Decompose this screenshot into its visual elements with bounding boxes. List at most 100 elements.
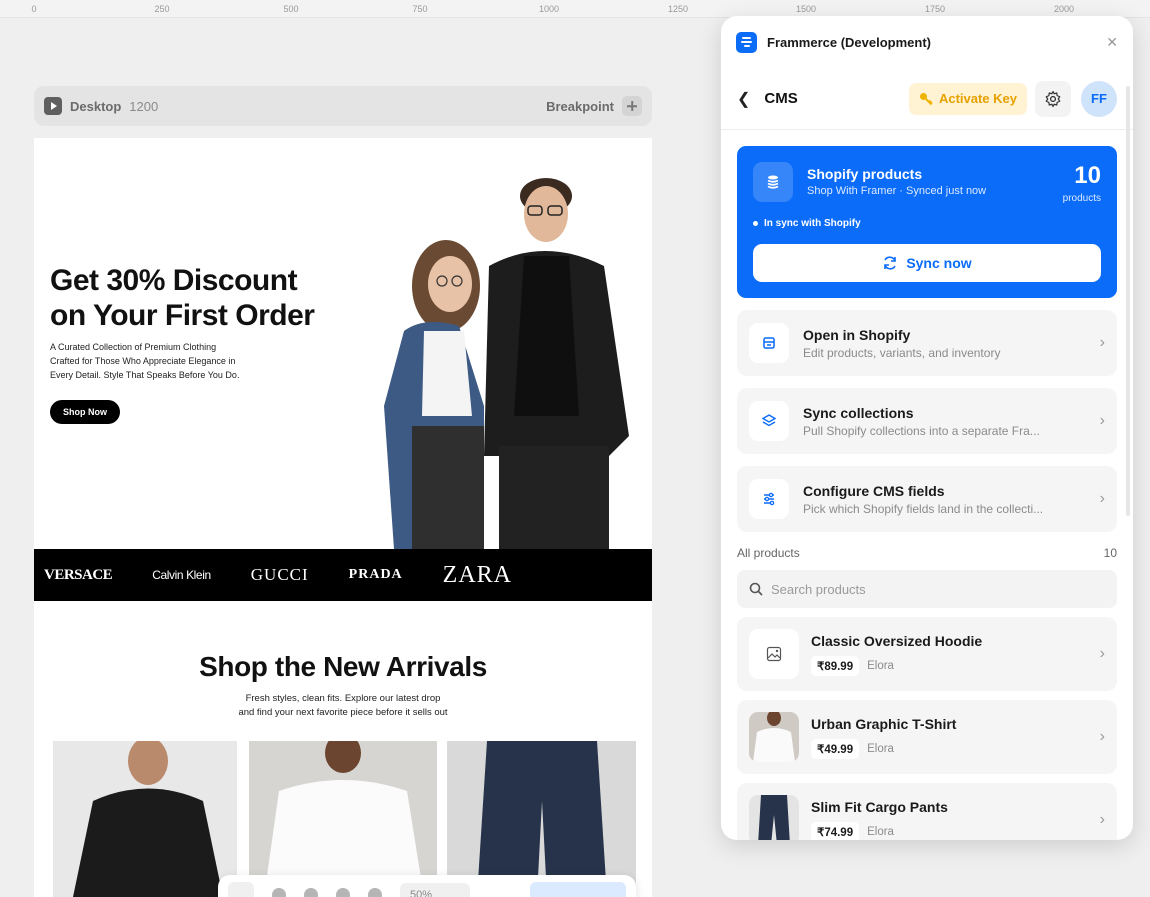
arrivals-subtitle-line: Fresh styles, clean fits. Explore our la…	[245, 693, 441, 704]
plugin-header: Frammerce (Development) ✕	[721, 16, 1133, 68]
chevron-right-icon: ›	[1099, 334, 1105, 351]
breakpoint-width: 1200	[129, 98, 159, 114]
chevron-right-icon: ›	[1099, 412, 1105, 429]
hero-title-line: on Your First Order	[50, 299, 315, 332]
breakpoint-label[interactable]: Breakpoint	[546, 99, 614, 114]
all-products-header: All products 10	[737, 546, 1117, 560]
activate-key-label: Activate Key	[938, 91, 1017, 106]
hero-subtitle: A Curated Collection of Premium Clothing…	[50, 340, 300, 382]
ruler-tick: 750	[412, 4, 428, 14]
database-icon	[753, 162, 793, 202]
product-price: ₹89.99	[811, 655, 860, 676]
hand-tool-icon[interactable]	[272, 888, 286, 897]
sync-card-title: Shopify products	[807, 166, 923, 182]
ruler-tick: 1500	[795, 4, 817, 14]
search-icon	[749, 582, 763, 596]
all-products-label: All products	[737, 546, 800, 560]
ruler-tick: 1250	[667, 4, 689, 14]
product-thumbnail	[749, 795, 799, 840]
back-icon[interactable]: ❮	[737, 89, 750, 109]
add-breakpoint-icon[interactable]	[622, 96, 642, 116]
comment-tool-icon[interactable]	[304, 888, 318, 897]
settings-button[interactable]	[1035, 80, 1071, 117]
arrivals-subtitle: Fresh styles, clean fits. Explore our la…	[34, 692, 652, 720]
page-title: CMS	[764, 90, 798, 107]
plugin-title: Frammerce (Development)	[767, 34, 931, 50]
shopify-sync-card: Shopify products Shop With Framer · Sync…	[737, 146, 1117, 298]
ruler-tick: 2000	[1053, 4, 1075, 14]
product-vendor: Elora	[867, 825, 894, 838]
upgrade-button[interactable]	[530, 882, 626, 897]
brand-logo: PRADA	[348, 567, 403, 582]
hero-title: Get 30% Discount on Your First Order	[50, 263, 315, 333]
search-input[interactable]: Search products	[737, 570, 1117, 608]
brand-logo: ZARA	[442, 561, 513, 588]
product-price: ₹74.99	[811, 821, 860, 840]
sync-status: In sync with Shopify	[753, 218, 861, 229]
chevron-right-icon: ›	[1099, 645, 1105, 662]
ruler-tick: 500	[283, 4, 299, 14]
activate-key-button[interactable]: Activate Key	[908, 82, 1027, 115]
cargo-pants-image	[477, 741, 607, 897]
hero-subtitle-line: Every Detail. Style That Speaks Before Y…	[50, 370, 240, 380]
refresh-icon	[884, 256, 897, 270]
sync-card-subtitle: Shop With Framer · Synced just now	[807, 185, 987, 197]
open-in-shopify-action[interactable]: Open in Shopify Edit products, variants,…	[737, 310, 1117, 376]
all-products-count: 10	[1103, 546, 1117, 560]
tshirt-model-image	[264, 741, 424, 897]
canvas-toolbar: 50%	[218, 875, 636, 897]
chevron-right-icon: ›	[1099, 728, 1105, 745]
arrivals-title: Shop the New Arrivals	[199, 651, 487, 682]
hero-subtitle-line: A Curated Collection of Premium Clothing	[50, 342, 217, 352]
shop-now-button[interactable]: Shop Now	[50, 400, 120, 424]
select-tool-icon[interactable]	[228, 882, 254, 897]
layers-icon	[749, 401, 789, 441]
product-list-item[interactable]: Classic Oversized Hoodie ₹89.99 Elora ›	[737, 617, 1117, 691]
action-subtitle: Edit products, variants, and inventory	[803, 345, 1001, 360]
product-list-item[interactable]: Slim Fit Cargo Pants ₹74.99 Elora ›	[737, 783, 1117, 840]
key-icon	[919, 92, 933, 105]
product-card-image[interactable]	[447, 741, 636, 897]
hero-models-image	[384, 178, 629, 549]
action-subtitle: Pick which Shopify fields land in the co…	[803, 501, 1044, 516]
play-icon[interactable]	[44, 97, 62, 115]
brand-logo: GUCCI	[250, 565, 309, 584]
brand-logo-strip: VERSACE Calvin Klein GUCCI PRADA ZARA	[34, 549, 652, 601]
sync-collections-action[interactable]: Sync collections Pull Shopify collection…	[737, 388, 1117, 454]
plugin-panel: Frammerce (Development) ✕ ❮ CMS Activate…	[721, 16, 1133, 840]
product-title: Urban Graphic T-Shirt	[811, 715, 957, 732]
product-count: 10	[1074, 162, 1101, 189]
gear-icon	[1045, 90, 1061, 107]
zoom-select[interactable]: 50%	[400, 883, 470, 897]
status-dot-icon	[753, 221, 758, 226]
brand-logo: Calvin Klein	[152, 568, 211, 582]
product-title: Slim Fit Cargo Pants	[811, 798, 948, 815]
canvas-page-frame[interactable]: Get 30% Discount on Your First Order A C…	[34, 138, 652, 897]
product-list-item[interactable]: Urban Graphic T-Shirt ₹49.99 Elora ›	[737, 700, 1117, 774]
breakpoint-device: Desktop	[70, 98, 122, 114]
panel-scrollbar[interactable]	[1126, 86, 1130, 516]
product-card-image[interactable]	[249, 741, 437, 897]
ruler-tick: 1000	[538, 4, 560, 14]
hero-title-line: Get 30% Discount	[50, 264, 298, 297]
configure-cms-fields-action[interactable]: Configure CMS fields Pick which Shopify …	[737, 466, 1117, 532]
avatar[interactable]: FF	[1081, 80, 1117, 117]
image-placeholder-icon	[749, 629, 799, 679]
action-title: Sync collections	[803, 404, 914, 421]
chevron-right-icon: ›	[1099, 811, 1105, 828]
frame-tool-icon[interactable]	[368, 888, 382, 897]
breakpoint-bar[interactable]: Desktop 1200 Breakpoint	[34, 86, 652, 126]
text-tool-icon[interactable]	[336, 888, 350, 897]
sync-now-label: Sync now	[906, 255, 972, 271]
product-vendor: Elora	[867, 742, 894, 755]
action-subtitle: Pull Shopify collections into a separate…	[803, 423, 1040, 438]
product-count-label: products	[1062, 193, 1101, 204]
ruler-tick: 1750	[924, 4, 946, 14]
sync-status-text: In sync with Shopify	[764, 218, 861, 229]
product-price: ₹49.99	[811, 738, 860, 759]
sync-now-button[interactable]: Sync now	[753, 244, 1101, 282]
plugin-nav-bar: ❮ CMS Activate Key FF	[721, 68, 1133, 130]
hero-section[interactable]: Get 30% Discount on Your First Order A C…	[34, 138, 652, 549]
close-icon[interactable]: ✕	[1106, 34, 1118, 51]
product-card-image[interactable]	[53, 741, 237, 897]
